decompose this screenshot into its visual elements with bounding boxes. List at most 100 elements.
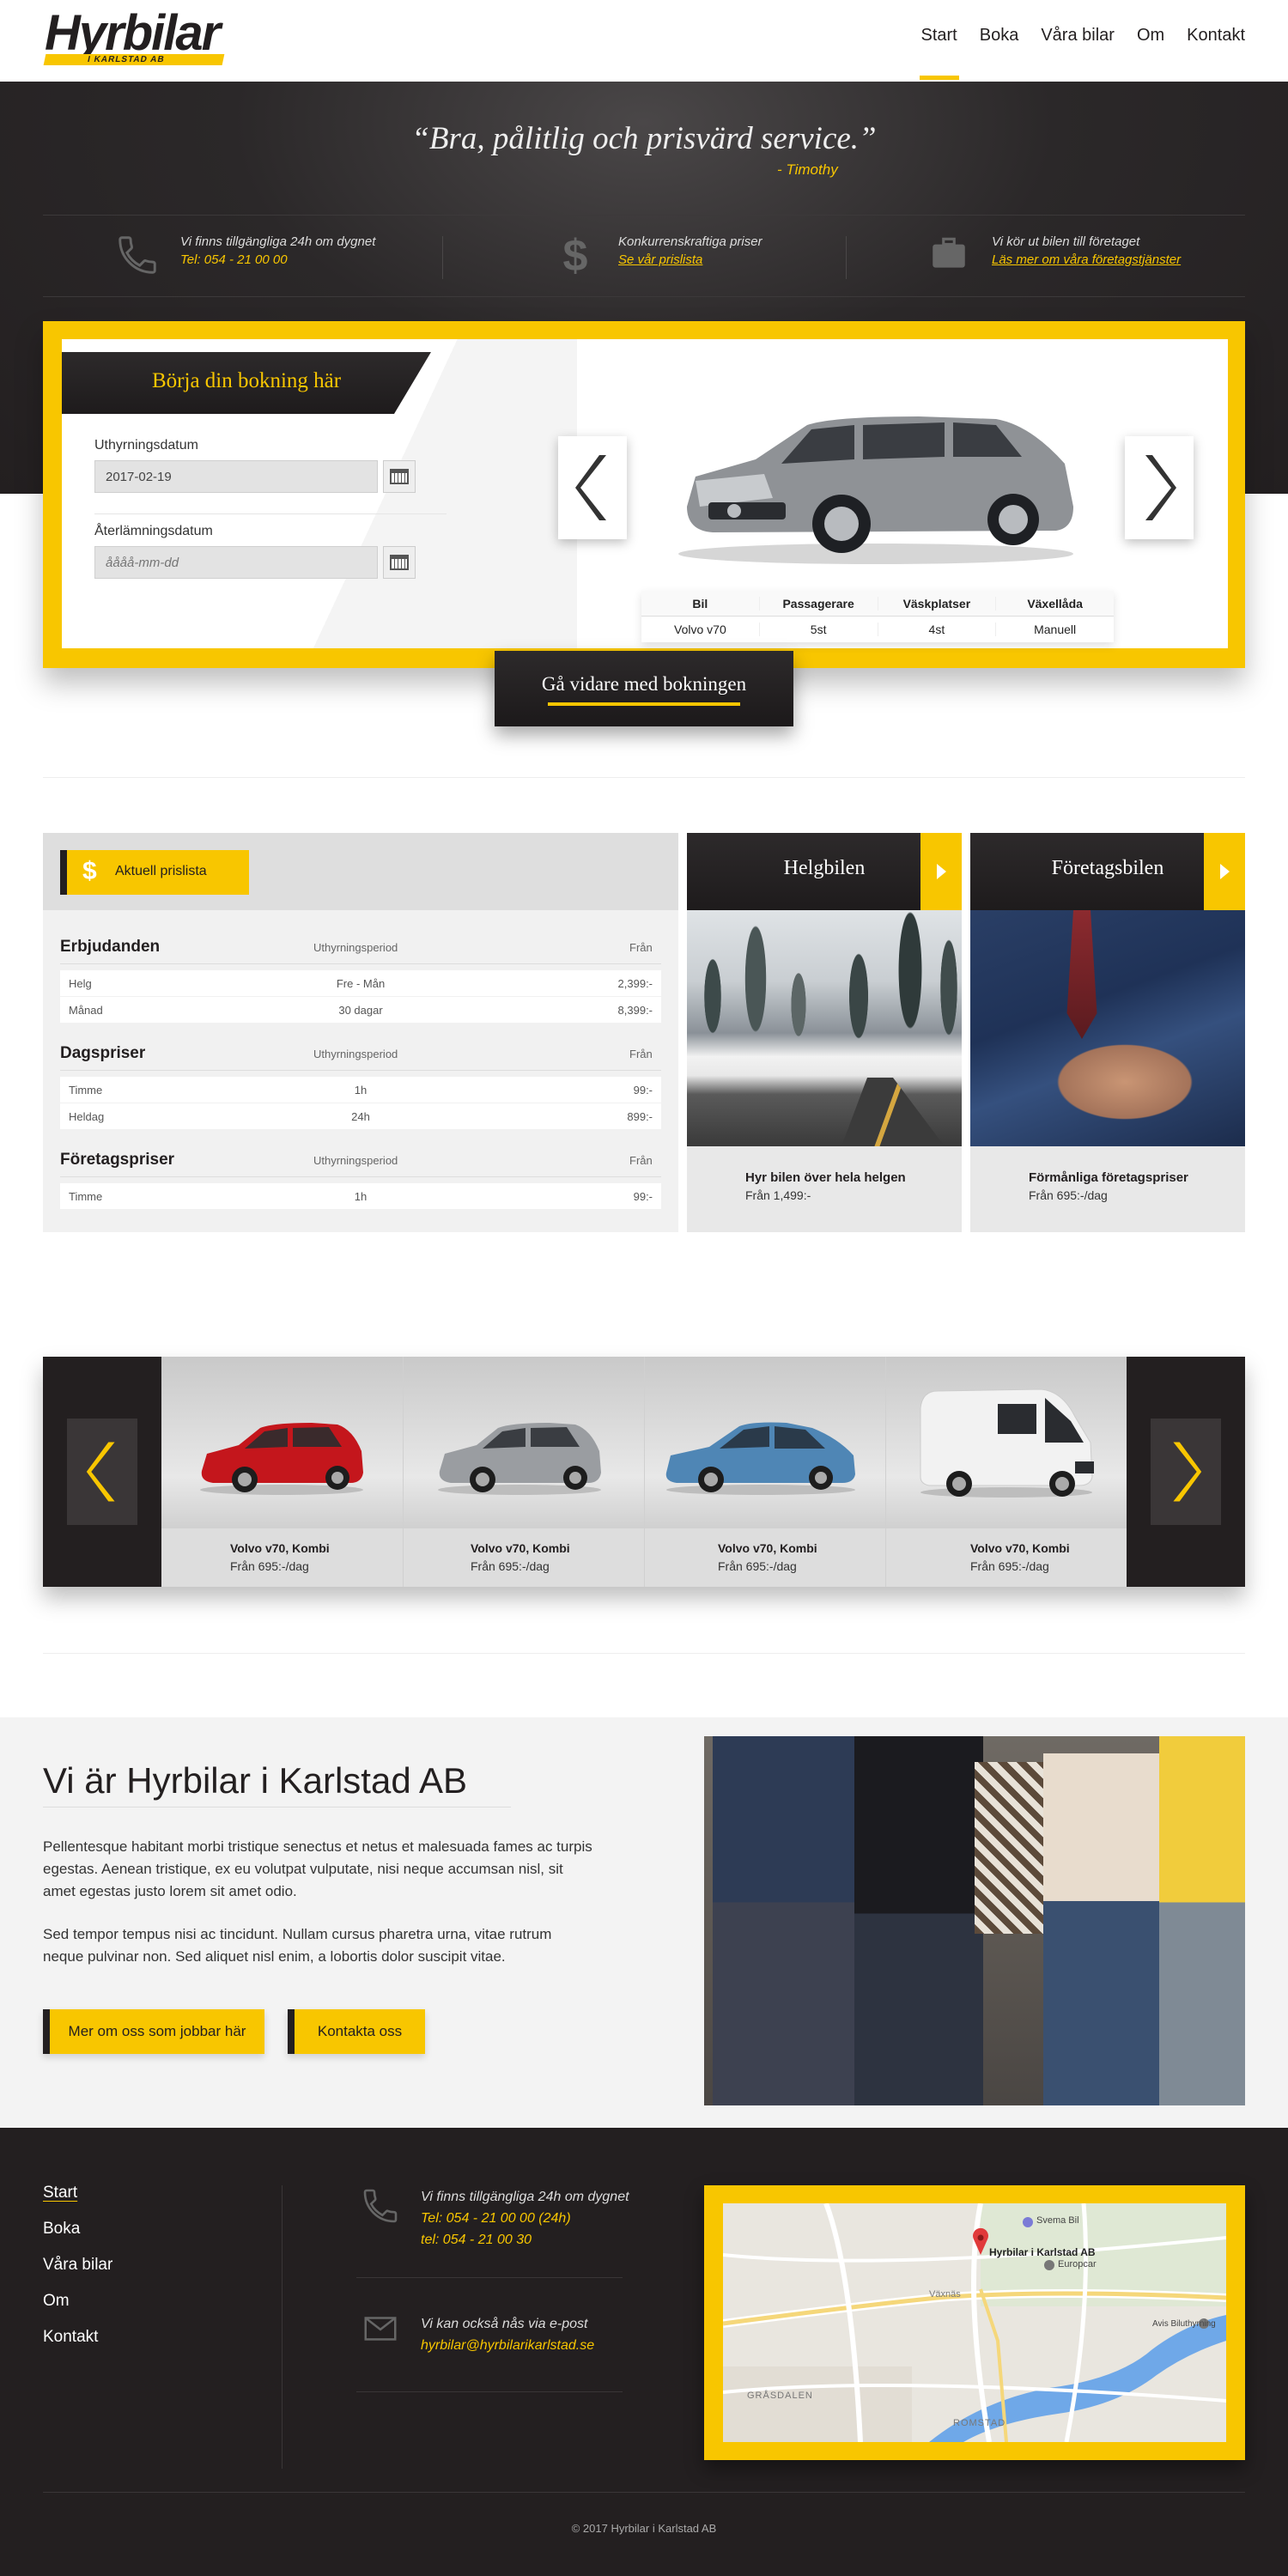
- return-date-label: Återlämningsdatum: [94, 524, 213, 538]
- footer-availability: Vi finns tillgängliga 24h om dygnet: [421, 2190, 629, 2204]
- spec-header-row: Bil Passagerare Väskplatser Växellåda: [641, 591, 1114, 617]
- about-team-button[interactable]: Mer om oss som jobbar här: [43, 2009, 264, 2054]
- car-image-van: [920, 1388, 1094, 1498]
- feature-phone[interactable]: Tel: 054 - 21 00 00: [180, 252, 375, 267]
- footer-phone-1[interactable]: Tel: 054 - 21 00 00 (24h): [421, 2208, 571, 2229]
- nav-vara-bilar[interactable]: Våra bilar: [1041, 26, 1115, 81]
- prev-car-button[interactable]: [558, 436, 627, 539]
- copyright: © 2017 Hyrbilar i Karlstad AB: [571, 2522, 717, 2535]
- mail-icon: [359, 2308, 402, 2356]
- feature-business: Vi kör ut bilen till företaget Läs mer o…: [923, 232, 1181, 283]
- nav-boka[interactable]: Boka: [980, 26, 1019, 81]
- businessman-image: [970, 910, 1245, 1146]
- underline: [548, 702, 740, 706]
- car-card[interactable]: Volvo v70, Kombi Från 695:-/dag: [885, 1357, 1127, 1587]
- price-col-period: Uthyrningsperiod: [313, 941, 398, 954]
- price-cell: Helg: [69, 976, 92, 990]
- calendar-icon[interactable]: [383, 546, 416, 579]
- feature-prices: $ Konkurrenskraftiga priser Se vår prisl…: [550, 232, 762, 283]
- footer-nav-om[interactable]: Om: [43, 2292, 70, 2311]
- map-label: Svema Bil: [1036, 2215, 1079, 2226]
- price-row: Heldag 24h 899:-: [60, 1103, 661, 1129]
- rent-date-input[interactable]: [94, 460, 378, 493]
- proceed-label: Gå vidare med bokningen: [541, 673, 747, 695]
- location-map[interactable]: Hyrbilar i Karlstad AB Svema Bil Europca…: [723, 2203, 1226, 2442]
- spec-header: Väskplatser: [877, 596, 996, 611]
- nav-om[interactable]: Om: [1137, 26, 1164, 81]
- car-spec-table: Bil Passagerare Väskplatser Växellåda Vo…: [641, 591, 1114, 642]
- footer-nav-kontakt[interactable]: Kontakt: [43, 2328, 98, 2347]
- divider: [60, 1176, 661, 1177]
- footer-nav-boka[interactable]: Boka: [43, 2220, 80, 2239]
- footer-email-link[interactable]: hyrbilar@hyrbilarikarlstad.se: [421, 2336, 594, 2356]
- spec-header: Bil: [692, 596, 708, 611]
- about-title: Vi är Hyrbilar i Karlstad AB: [43, 1760, 468, 1801]
- feature-availability: Vi finns tillgängliga 24h om dygnet Tel:…: [112, 232, 375, 283]
- promo-weekend-car[interactable]: Helgbilen Hyr bilen över hela helgen Frå…: [687, 833, 962, 1232]
- divider: [43, 777, 1245, 778]
- business-services-link[interactable]: Läs mer om våra företagstjänster: [992, 252, 1181, 267]
- price-cell: Månad: [69, 1003, 103, 1017]
- map-label: Växnäs: [929, 2289, 961, 2300]
- promo-price: Från 695:-/dag: [1029, 1188, 1108, 1202]
- price-list-link[interactable]: Se vår prislista: [618, 252, 702, 267]
- nav-kontakt[interactable]: Kontakt: [1187, 26, 1245, 81]
- car-image-silver: [438, 1423, 601, 1495]
- footer-phone-2[interactable]: tel: 054 - 21 00 30: [421, 2230, 532, 2251]
- price-cell: 2,399:-: [617, 976, 653, 990]
- price-cell: 8,399:-: [617, 1003, 653, 1017]
- footer-nav-vara-bilar[interactable]: Våra bilar: [43, 2256, 112, 2275]
- logo[interactable]: Hyrbilar I KARLSTAD AB: [43, 7, 225, 65]
- dollar-icon: $: [82, 857, 97, 885]
- price-list-tag: $ Aktuell prislista: [60, 850, 249, 895]
- map-pin-label: Hyrbilar i Karlstad AB: [989, 2246, 1096, 2258]
- footer-nav-start[interactable]: Start: [43, 2184, 77, 2202]
- car-name: Volvo v70, Kombi: [230, 1541, 330, 1555]
- promo-header: Företagsbilen: [970, 833, 1245, 910]
- carousel-right-panel: [1127, 1357, 1245, 1587]
- promo-business-car[interactable]: Företagsbilen Förmånliga företagspriser …: [970, 833, 1245, 1232]
- hero-quote-author: - Timothy: [777, 161, 838, 178]
- main-nav: Start Boka Våra bilar Om Kontakt: [899, 26, 1245, 81]
- car-name: Volvo v70, Kombi: [718, 1541, 817, 1555]
- carousel-next-button[interactable]: [1151, 1419, 1221, 1525]
- next-car-button[interactable]: [1125, 436, 1194, 539]
- price-row: Timme 1h 99:-: [60, 1077, 661, 1103]
- carousel-prev-button[interactable]: [67, 1419, 137, 1525]
- car-card[interactable]: Volvo v70, Kombi Från 695:-/dag: [644, 1357, 885, 1587]
- chevron-right-icon[interactable]: [1204, 833, 1245, 910]
- spec-value: Volvo v70: [674, 623, 726, 636]
- spec-value: 5st: [758, 623, 878, 636]
- car-name: Volvo v70, Kombi: [970, 1541, 1070, 1555]
- nav-start[interactable]: Start: [919, 26, 960, 81]
- price-cell: 1h: [354, 1189, 368, 1203]
- phone-icon: [112, 232, 163, 283]
- map-label: GRÅSDALEN: [747, 2391, 813, 2401]
- proceed-booking-button[interactable]: Gå vidare med bokningen: [495, 651, 793, 726]
- spec-header: Passagerare: [758, 596, 878, 611]
- contact-button[interactable]: Kontakta oss: [288, 2009, 425, 2054]
- divider: [43, 1653, 1245, 1654]
- map-label: Avis Biluthyrning: [1152, 2319, 1216, 2329]
- car-price: Från 695:-/dag: [970, 1559, 1049, 1573]
- briefcase-icon: [923, 232, 975, 283]
- price-cell: Fre - Mån: [336, 976, 386, 990]
- promo-text: Hyr bilen över hela helgen: [745, 1170, 906, 1185]
- feature-text: Vi kör ut bilen till företaget: [992, 234, 1140, 249]
- price-cell: Timme: [69, 1083, 103, 1097]
- site-header: Hyrbilar I KARLSTAD AB Start Boka Våra b…: [0, 0, 1288, 82]
- spec-value-row: Volvo v70 5st 4st Manuell: [641, 617, 1114, 642]
- car-price: Från 695:-/dag: [718, 1559, 797, 1573]
- booking-title: Börja din bokning här: [152, 369, 342, 392]
- price-row: Månad 30 dagar 8,399:-: [60, 997, 661, 1023]
- chevron-right-icon[interactable]: [920, 833, 962, 910]
- divider: [442, 236, 443, 279]
- calendar-icon[interactable]: [383, 460, 416, 493]
- return-date-input[interactable]: [94, 546, 378, 579]
- car-card[interactable]: Volvo v70, Kombi Från 695:-/dag: [403, 1357, 644, 1587]
- about-paragraph: Pellentesque habitant morbi tristique se…: [43, 1838, 592, 1899]
- price-cell: 99:-: [633, 1189, 653, 1203]
- promo-price: Från 1,499:-: [745, 1188, 811, 1202]
- car-card[interactable]: Volvo v70, Kombi Från 695:-/dag: [161, 1357, 403, 1587]
- footer-email-text: Vi kan också nås via e-post: [421, 2317, 588, 2331]
